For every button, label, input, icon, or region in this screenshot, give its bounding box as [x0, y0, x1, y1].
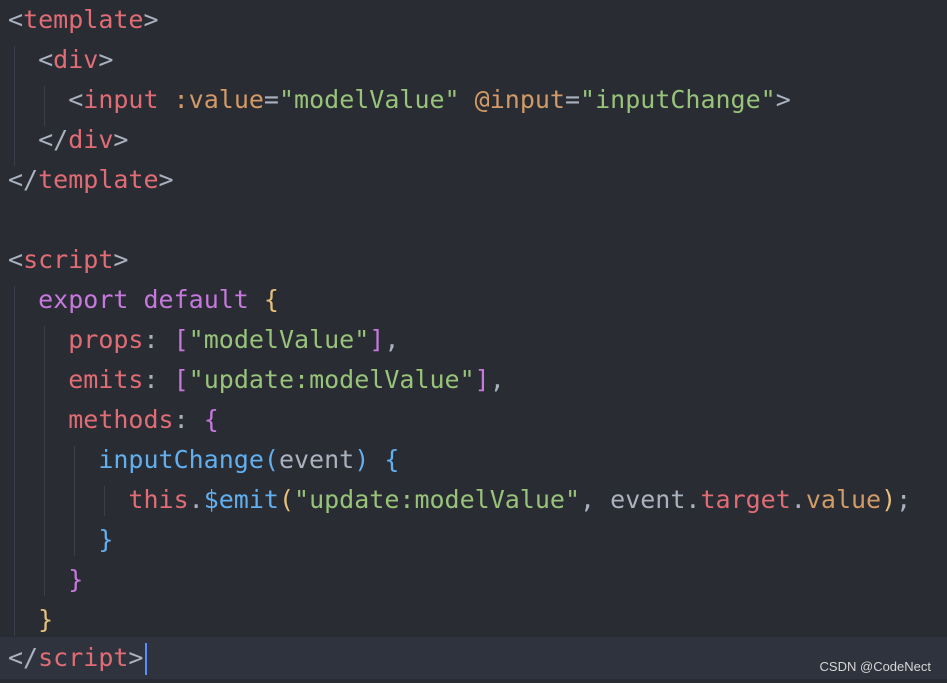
code-editor[interactable]: <template> <div> <input :value="modelVal… [0, 0, 947, 683]
keyword: export [38, 285, 129, 314]
string-literal: "update:modelValue" [188, 365, 475, 394]
equals-sign: = [263, 85, 279, 114]
attribute-value: "inputChange" [580, 85, 776, 114]
comma: , [489, 365, 505, 394]
property-name: value [805, 485, 882, 514]
text-cursor [145, 643, 148, 675]
method-name: $emit [203, 485, 279, 514]
code-line[interactable]: emits: ["update:modelValue"], [8, 360, 505, 400]
code-line[interactable]: <input :value="modelValue" @input="input… [8, 80, 791, 120]
brace: } [38, 605, 54, 634]
colon: : [173, 405, 189, 434]
tag-open-bracket: </ [8, 643, 39, 672]
dot: . [685, 485, 701, 514]
tag-name: template [38, 165, 159, 194]
tag-name: template [23, 5, 144, 34]
tag-name: div [53, 45, 99, 74]
variable: event [610, 485, 686, 514]
tag-name: script [38, 643, 129, 672]
brace: { [263, 285, 279, 314]
tag-name: div [68, 125, 114, 154]
property-name: props [68, 325, 144, 354]
brace: } [98, 525, 114, 554]
equals-sign: = [564, 85, 581, 114]
paren: ) [354, 445, 370, 474]
string-literal: "modelValue" [188, 325, 370, 354]
bracket: [ [173, 365, 189, 394]
code-line[interactable]: export default { [8, 280, 279, 320]
brace: { [384, 445, 400, 474]
tag-open-bracket: </ [38, 125, 69, 154]
brace: { [203, 405, 219, 434]
bracket: [ [173, 325, 189, 354]
comma: , [384, 325, 400, 354]
tag-close-bracket: > [113, 245, 129, 274]
this-keyword: this [128, 485, 189, 514]
bracket: ] [474, 365, 490, 394]
code-line[interactable]: </template> [8, 160, 174, 200]
code-line[interactable]: <template> [8, 0, 159, 40]
tag-close-bracket: > [775, 85, 791, 114]
tag-open-bracket: </ [8, 165, 39, 194]
bracket: ] [369, 325, 385, 354]
code-line[interactable]: props: ["modelValue"], [8, 320, 399, 360]
tag-open-bracket: < [68, 85, 84, 114]
code-line[interactable]: } [8, 520, 113, 560]
tag-open-bracket: < [38, 45, 54, 74]
colon: : [143, 325, 159, 354]
tag-close-bracket: > [143, 5, 159, 34]
tag-name: script [23, 245, 114, 274]
attribute-value: "modelValue" [278, 85, 460, 114]
tag-open-bracket: < [8, 245, 24, 274]
property-name: emits [68, 365, 144, 394]
property-name: methods [68, 405, 174, 434]
parameter: event [278, 445, 355, 474]
paren: ) [881, 485, 897, 514]
code-line[interactable]: } [8, 560, 83, 600]
brace: } [68, 565, 84, 594]
code-line-current[interactable]: </script> [8, 638, 148, 678]
tag-close-bracket: > [98, 45, 114, 74]
watermark: CSDN @CodeNect [819, 659, 931, 674]
tag-name: input [83, 85, 159, 114]
property-name: target [700, 485, 791, 514]
dot: . [188, 485, 204, 514]
tag-close-bracket: > [113, 125, 129, 154]
paren: ( [278, 485, 295, 514]
paren: ( [263, 445, 279, 474]
code-line[interactable]: this.$emit("update:modelValue", event.ta… [8, 480, 911, 520]
code-line[interactable]: </div> [8, 120, 128, 160]
tag-close-bracket: > [158, 165, 174, 194]
dot: . [790, 485, 806, 514]
code-line[interactable]: methods: { [8, 400, 219, 440]
code-line[interactable]: inputChange(event) { [8, 440, 399, 480]
attribute-name: :value [173, 85, 264, 114]
comma: , [580, 485, 596, 514]
code-line[interactable]: <div> [8, 40, 113, 80]
keyword: default [143, 285, 249, 314]
string-literal: "update:modelValue" [294, 485, 581, 514]
tag-open-bracket: < [8, 5, 24, 34]
tag-close-bracket: > [128, 643, 144, 672]
semicolon: ; [896, 485, 912, 514]
function-name: inputChange [98, 445, 264, 474]
colon: : [143, 365, 159, 394]
attribute-name: @input [474, 85, 565, 114]
code-line[interactable]: <script> [8, 240, 128, 280]
code-line[interactable]: } [8, 600, 53, 640]
